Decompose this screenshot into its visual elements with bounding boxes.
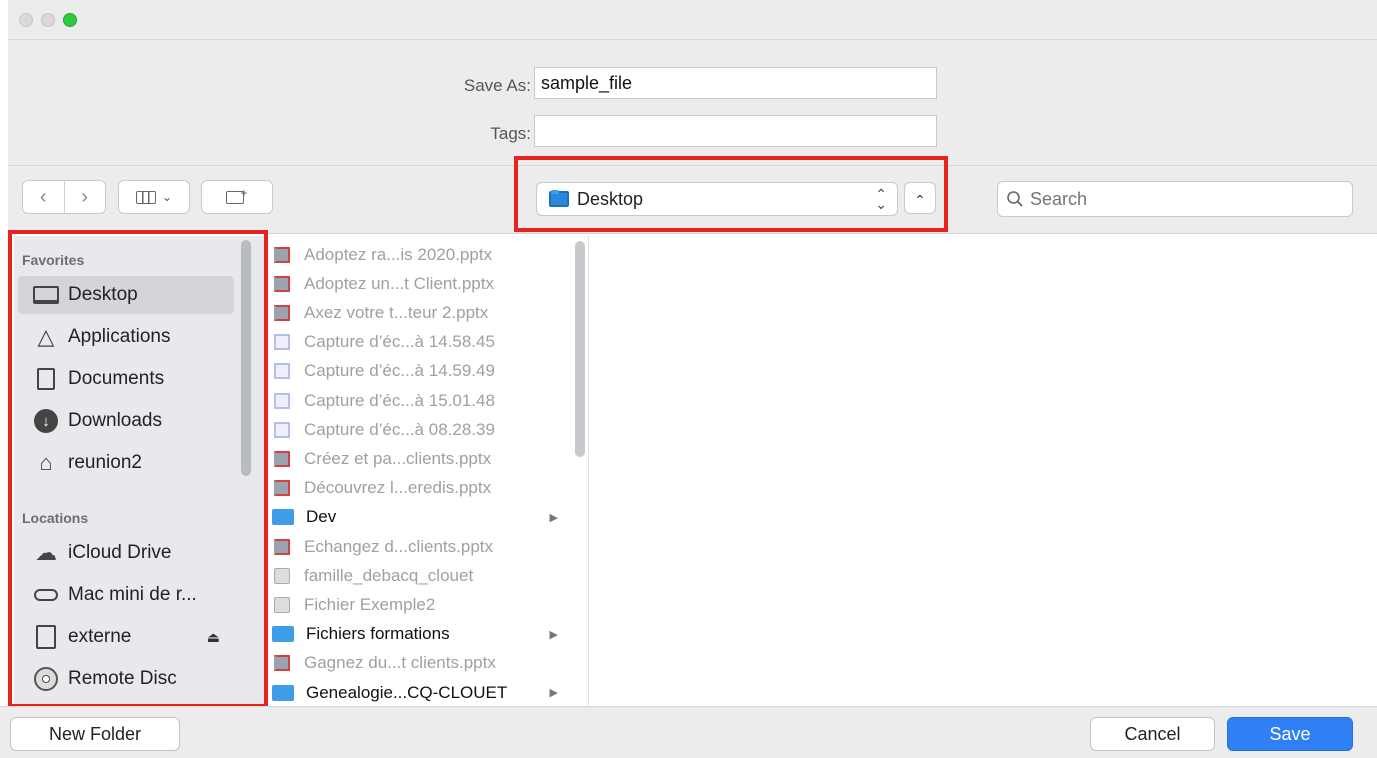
folder-row[interactable]: Genealogie...CQ-CLOUET ▶ <box>268 678 568 707</box>
save-form: Save As: Tags: <box>8 40 1377 166</box>
disclosure-arrow-icon: ▶ <box>549 511 558 524</box>
navigation-group: ‹ › <box>22 180 106 214</box>
file-png-icon <box>274 363 290 380</box>
file-list-scrollbar[interactable] <box>575 241 585 457</box>
file-name: Capture d’éc...à 15.01.48 <box>304 390 495 410</box>
folder-icon <box>272 626 294 643</box>
file-png-icon <box>274 334 290 351</box>
file-pptx-icon <box>274 275 290 292</box>
file-pptx-icon <box>274 246 290 263</box>
save-as-label: Save As: <box>463 76 531 95</box>
file-name: Capture d’éc...à 14.58.45 <box>304 332 495 352</box>
file-name: Capture d’éc...à 08.28.39 <box>304 419 495 439</box>
file-name: Genealogie...CQ-CLOUET <box>306 682 508 702</box>
file-name: Capture d’éc...à 14.59.49 <box>304 361 495 381</box>
column-divider <box>588 236 589 706</box>
columns-view-icon <box>135 190 156 204</box>
file-name: Découvrez l...eredis.pptx <box>304 478 492 498</box>
file-row[interactable]: Fichier Exemple2 <box>268 590 568 619</box>
disclosure-arrow-icon: ▶ <box>549 628 558 641</box>
file-name: Gagnez du...t clients.pptx <box>304 653 496 673</box>
file-name: Fichier Exemple2 <box>304 594 436 614</box>
new-folder-toolbar-button[interactable]: + <box>201 180 273 214</box>
chevron-left-icon: ‹ <box>39 185 47 208</box>
file-row[interactable]: Capture d’éc...à 14.58.45 <box>268 328 568 357</box>
folder-icon <box>272 684 294 701</box>
folder-row[interactable]: Dev ▶ <box>268 503 568 532</box>
file-row[interactable]: famille_debacq_clouet <box>268 561 568 590</box>
save-as-input[interactable] <box>534 67 937 99</box>
file-png-icon <box>274 392 290 409</box>
file-row[interactable]: Adoptez ra...is 2020.pptx <box>268 240 568 269</box>
file-row[interactable]: Echangez d...clients.pptx <box>268 532 568 561</box>
file-list: Adoptez ra...is 2020.pptx Adoptez un...t … <box>268 236 586 706</box>
minimize-window-button[interactable] <box>41 13 55 27</box>
file-row[interactable]: Gagnez du...t clients.pptx <box>268 649 568 678</box>
file-row[interactable]: Capture d’éc...à 15.01.48 <box>268 386 568 415</box>
file-row[interactable]: Découvrez l...eredis.pptx <box>268 474 568 503</box>
file-pptx-icon <box>274 480 290 497</box>
file-name: famille_debacq_clouet <box>304 565 474 585</box>
file-pptx-icon <box>274 655 290 672</box>
zoom-window-button[interactable] <box>63 13 77 27</box>
file-name: Adoptez un...t Client.pptx <box>304 273 494 293</box>
file-png-icon <box>274 421 290 438</box>
folder-row[interactable]: Fichiers formations ▶ <box>268 620 568 649</box>
location-highlight-box <box>514 156 948 232</box>
chevron-right-icon: › <box>81 185 89 208</box>
file-name: Axez votre t...teur 2.pptx <box>304 302 489 322</box>
search-box[interactable] <box>997 181 1353 217</box>
file-pptx-icon <box>274 304 290 321</box>
file-pptx-icon <box>274 450 290 467</box>
new-folder-button[interactable]: New Folder <box>10 717 180 751</box>
tags-input[interactable] <box>534 115 937 147</box>
save-button[interactable]: Save <box>1227 717 1353 751</box>
file-row[interactable]: Créez et pa...clients.pptx <box>268 444 568 473</box>
cancel-button[interactable]: Cancel <box>1090 717 1215 751</box>
file-pptx-icon <box>274 538 290 555</box>
title-bar <box>8 0 1377 40</box>
close-window-button[interactable] <box>19 13 33 27</box>
disclosure-arrow-icon: ▶ <box>549 687 558 699</box>
new-folder-icon <box>226 190 245 204</box>
file-doc-icon <box>274 596 290 613</box>
search-icon <box>1007 191 1023 207</box>
file-row[interactable]: Capture d’éc...à 08.28.39 <box>268 415 568 444</box>
search-input[interactable] <box>1030 188 1330 210</box>
file-name: Adoptez ra...is 2020.pptx <box>304 244 493 264</box>
view-options-button[interactable]: ⌄ <box>118 180 190 214</box>
file-name: Echangez d...clients.pptx <box>304 536 494 556</box>
file-name: Créez et pa...clients.pptx <box>304 448 492 468</box>
file-doc-icon <box>274 567 290 584</box>
folder-icon <box>272 509 294 526</box>
file-row[interactable]: Axez votre t...teur 2.pptx <box>268 298 568 327</box>
chevron-down-icon: ⌄ <box>161 190 173 204</box>
file-row[interactable]: Adoptez un...t Client.pptx <box>268 269 568 298</box>
file-name: Fichiers formations <box>306 624 450 644</box>
tags-label: Tags: <box>490 124 531 143</box>
sidebar-highlight-box <box>8 230 268 708</box>
forward-button[interactable]: › <box>63 181 106 213</box>
file-row[interactable]: Capture d’éc...à 14.59.49 <box>268 357 568 386</box>
file-name: Dev <box>306 507 337 527</box>
bottom-bar: New Folder Cancel Save <box>0 706 1377 758</box>
back-button[interactable]: ‹ <box>23 181 64 213</box>
